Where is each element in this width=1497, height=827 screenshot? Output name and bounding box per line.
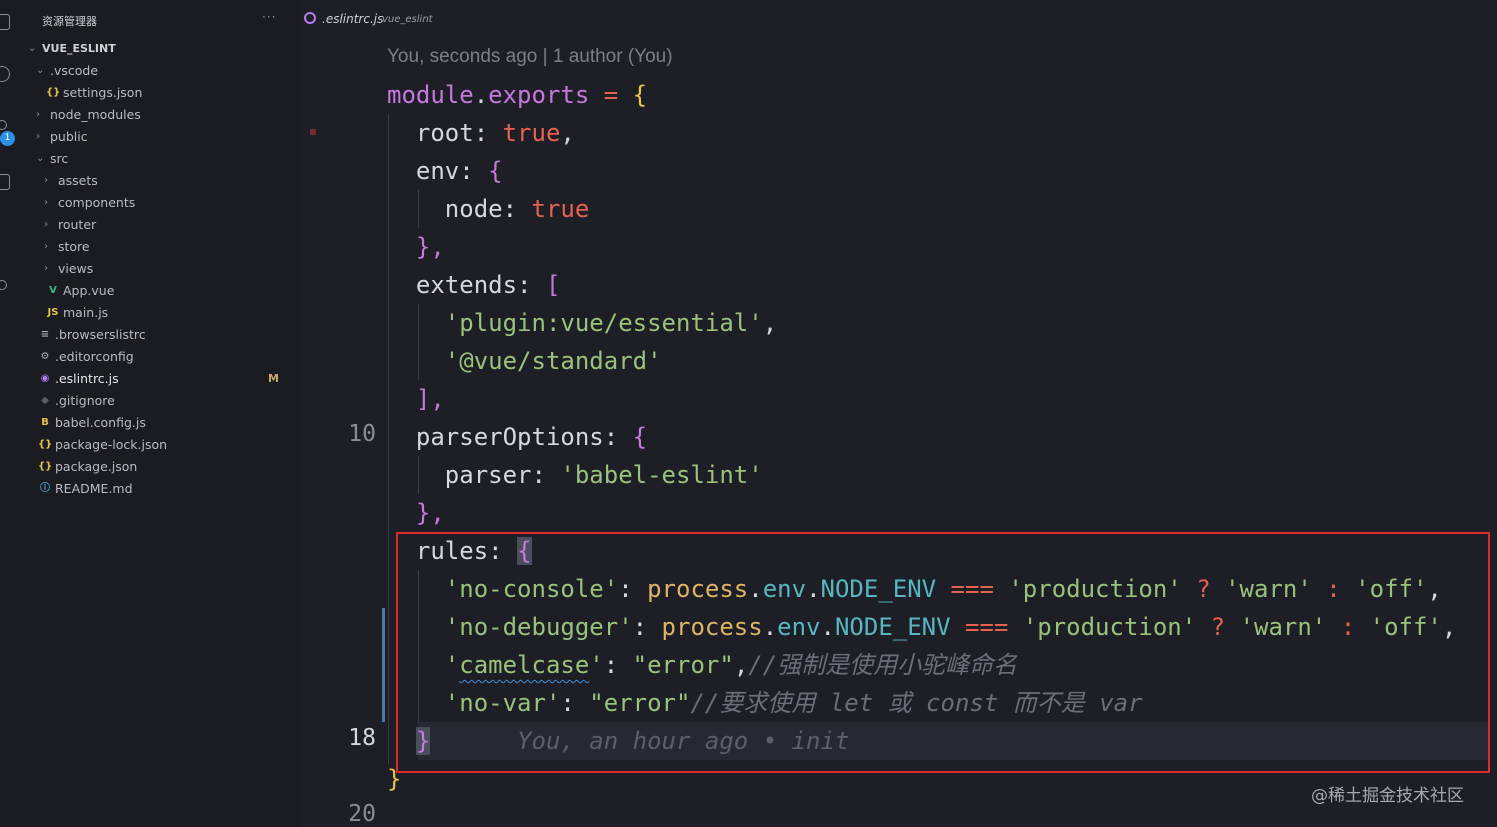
code-line-1: module.exports = { [387,81,648,109]
tree-item-label: .browserslistrc [55,327,146,342]
tree-file[interactable]: Bbabel.config.js [18,412,300,434]
tree-item-label: package-lock.json [55,437,168,452]
tree-folder[interactable]: › public [18,126,300,148]
tree-item-label: babel.config.js [55,415,146,430]
tree-file[interactable]: {} package.json [18,456,300,478]
eslint-file-icon [304,12,316,24]
code-line-8: '@vue/standard' [444,347,662,375]
chevron-right-icon[interactable]: › [36,104,46,126]
file-type-icon: V [49,285,57,296]
code-line-3: env: { [415,157,503,185]
tree-item-label: .gitignore [55,393,115,408]
tree-folder[interactable]: › assets [18,170,300,192]
tree-file[interactable]: ◆ .gitignore [18,390,300,412]
explorer-title: 资源管理器 [42,15,97,28]
code-line-11: parser: 'babel-eslint' [444,461,763,489]
tree-file[interactable]: ≡ .browserslistrc [18,324,300,346]
more-actions-icon[interactable]: ··· [262,10,276,24]
tree-item-label: components [58,195,136,210]
tree-item-label: store [58,239,90,254]
tree-item-label: .editorconfig [55,349,134,364]
tree-item-label: router [58,217,97,232]
remote-icon[interactable] [0,280,7,290]
watermark: @稀土掘金技术社区 [1311,786,1464,806]
file-type-icon: {} [46,87,61,98]
activity-bar: 1 [0,0,18,827]
tree-root-folder[interactable]: ⌄ VUE_ESLINT [18,38,300,60]
breakpoint-marker[interactable] [310,129,316,135]
tree-file[interactable]: {} package-lock.json [18,434,300,456]
tree-item-label: package.json [55,459,138,474]
file-type-icon: B [41,417,49,428]
tree-file[interactable]: JS main.js [18,302,300,324]
chevron-right-icon[interactable]: › [44,192,54,214]
tree-item-label: node_modules [50,107,141,122]
tree-item-label: public [50,129,88,144]
chevron-right-icon[interactable]: › [44,236,54,258]
code-line-9: ], [415,385,445,413]
tree-file[interactable]: {} settings.json [18,82,300,104]
chevron-right-icon[interactable]: › [44,170,54,192]
git-status-badge: M [268,372,279,385]
chevron-down-icon[interactable]: ⌄ [28,38,38,60]
source-control-icon[interactable] [0,120,7,130]
tree-folder[interactable]: ⌄ .vscode [18,60,300,82]
tree-item-label: settings.json [63,85,143,100]
tree-item-label: src [50,151,69,166]
tree-item-label: App.vue [63,283,115,298]
tree-item-label: .eslintrc.js [55,371,119,386]
chevron-right-icon[interactable]: › [44,258,54,280]
file-type-icon: JS [47,307,59,318]
tree-item-label: README.md [55,481,133,496]
tree-file[interactable]: ⚙ .editorconfig [18,346,300,368]
tree-folder[interactable]: › views [18,258,300,280]
code-line-2: root: true, [415,119,575,147]
tree-folder[interactable]: › node_modules [18,104,300,126]
rules-highlight-box [396,532,1490,773]
line-number: 18 [348,725,376,751]
chevron-right-icon[interactable]: › [36,126,46,148]
search-icon[interactable] [0,66,10,82]
tree-folder[interactable]: ⌄ src [18,148,300,170]
tree-folder[interactable]: › router [18,214,300,236]
code-line-4: node: true [444,195,590,223]
codelens-blame[interactable]: You, seconds ago | 1 author (You) [387,46,673,68]
chevron-right-icon[interactable]: › [44,214,54,236]
code-line-10: parserOptions: { [415,423,648,451]
explorer-sidebar: 资源管理器 ··· ⌄ VUE_ESLINT ⌄ .vscode{} settings.… [18,0,300,827]
tree-file[interactable]: V App.vue [18,280,300,302]
line-number: 20 [348,801,376,827]
tree-file[interactable]: ⓘ README.md [18,478,300,500]
file-type-icon: ⓘ [40,483,50,494]
git-modified-bar[interactable] [382,608,385,722]
breadcrumb-file[interactable]: .eslintrc.js [322,12,383,26]
tree-item-label: VUE_ESLINT [42,42,116,55]
chevron-down-icon[interactable]: ⌄ [36,148,46,170]
code-line-6: extends: [ [415,271,561,299]
file-type-icon: ◆ [41,395,49,406]
file-type-icon: {} [38,439,53,450]
code-line-5: }, [415,233,445,261]
code-line-7: 'plugin:vue/essential', [444,309,778,337]
source-control-badge: 1 [0,131,15,146]
run-icon[interactable] [0,224,3,240]
file-type-icon: ⚙ [40,351,50,362]
tree-item-label: assets [58,173,98,188]
code-editor[interactable]: You, seconds ago | 1 author (You) 10 18 … [300,40,1497,827]
tree-folder[interactable]: › components [18,192,300,214]
tree-item-label: main.js [63,305,109,320]
code-line-12: }, [415,499,445,527]
explorer-icon[interactable] [0,14,10,30]
tree-folder[interactable]: › store [18,236,300,258]
breadcrumb-project[interactable]: vue_eslint [382,14,433,25]
extensions-icon[interactable] [0,174,10,190]
file-type-icon: {} [38,461,53,472]
tree-file[interactable]: ◉ .eslintrc.js M [18,368,300,390]
file-type-icon: ≡ [40,329,50,340]
file-type-icon: ◉ [40,373,50,384]
chevron-down-icon[interactable]: ⌄ [36,60,46,82]
line-number: 10 [348,421,376,447]
tree-item-label: .vscode [50,63,99,78]
tree-item-label: views [58,261,94,276]
